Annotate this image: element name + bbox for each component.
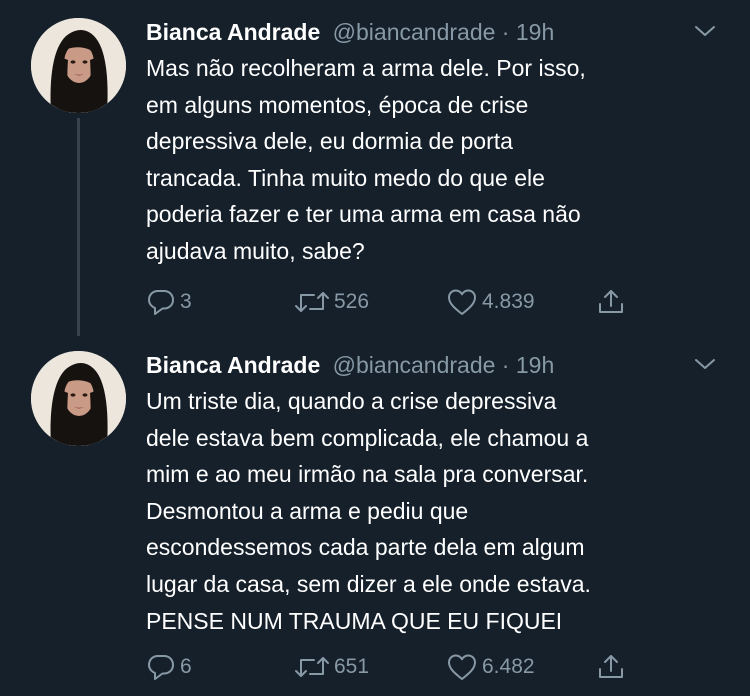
tweet-text: Mas não recolheram a arma dele. Por isso…	[146, 50, 726, 270]
tweet-text-line: escondessemos cada parte dela em algum	[146, 534, 585, 561]
tweet-text-line: dele estava bem complicada, ele chamou a	[146, 424, 589, 451]
reply-button[interactable]: 6	[146, 650, 192, 684]
timestamp[interactable]: 19h	[516, 19, 554, 45]
tweet-text: Um triste dia, quando a crise depressiva…	[146, 383, 726, 639]
like-button[interactable]: 6.482	[446, 650, 535, 684]
like-icon	[448, 654, 476, 680]
author-name[interactable]: Bianca Andrade	[146, 352, 320, 378]
tweet-text-line: em alguns momentos, época de crise	[146, 91, 529, 118]
timestamp[interactable]: 19h	[516, 352, 554, 378]
share-button[interactable]	[596, 285, 626, 319]
tweet-header: Bianca Andrade @biancandrade · 19h	[146, 351, 554, 379]
retweet-button[interactable]: 651	[294, 650, 369, 684]
tweet-text-line: poderia fazer e ter uma arma em casa não	[146, 201, 581, 228]
share-icon	[599, 290, 623, 313]
chevron-down-icon[interactable]	[692, 22, 718, 40]
tweet-text-line: PENSE NUM TRAUMA QUE EU FIQUEI	[146, 607, 563, 634]
retweet-count: 526	[334, 290, 370, 313]
like-button[interactable]: 4.839	[446, 285, 535, 319]
reply-icon	[148, 290, 174, 315]
tweet-actions: 3 526 4.839	[146, 285, 646, 319]
tweet-text-line: Um triste dia, quando a crise depressiva	[146, 388, 557, 414]
avatar[interactable]	[31, 351, 126, 446]
avatar-photo	[31, 18, 126, 113]
thread-connector	[77, 118, 80, 336]
share-button[interactable]	[596, 650, 626, 684]
retweet-icon	[295, 657, 329, 677]
header-separator: ·	[501, 352, 510, 378]
author-name[interactable]: Bianca Andrade	[146, 19, 320, 45]
tweet-text-line: trancada. Tinha muito medo do que ele	[146, 164, 545, 191]
author-handle[interactable]: @biancandrade	[333, 352, 496, 378]
retweet-count: 651	[334, 655, 370, 678]
tweet-text-line: Mas não recolheram a arma dele. Por isso…	[146, 55, 586, 81]
share-icon	[599, 655, 623, 678]
tweet-text-line: lugar da casa, sem dizer a ele onde esta…	[146, 570, 591, 597]
avatar-photo	[31, 351, 126, 446]
like-icon	[448, 289, 476, 315]
tweet-actions: 6 651 6.482	[146, 650, 646, 684]
author-handle[interactable]: @biancandrade	[333, 19, 496, 45]
retweet-button[interactable]: 526	[294, 285, 369, 319]
tweet-text-line: mim e ao meu irmão na sala pra conversar…	[146, 461, 589, 488]
avatar[interactable]	[31, 18, 126, 113]
reply-icon	[148, 655, 174, 680]
header-separator: ·	[501, 19, 510, 45]
tweet-header: Bianca Andrade @biancandrade · 19h	[146, 18, 554, 46]
tweet-text-line: ajudava muito, sabe?	[146, 237, 365, 264]
tweet-text-line: Desmontou a arma e pediu que	[146, 497, 469, 524]
reply-count: 3	[180, 290, 192, 313]
like-count: 6.482	[482, 655, 535, 678]
like-count: 4.839	[482, 290, 535, 313]
chevron-down-icon[interactable]	[692, 355, 718, 373]
retweet-icon	[295, 292, 329, 312]
reply-button[interactable]: 3	[146, 285, 192, 319]
tweet-text-line: depressiva dele, eu dormia de porta	[146, 128, 513, 155]
reply-count: 6	[180, 655, 192, 678]
